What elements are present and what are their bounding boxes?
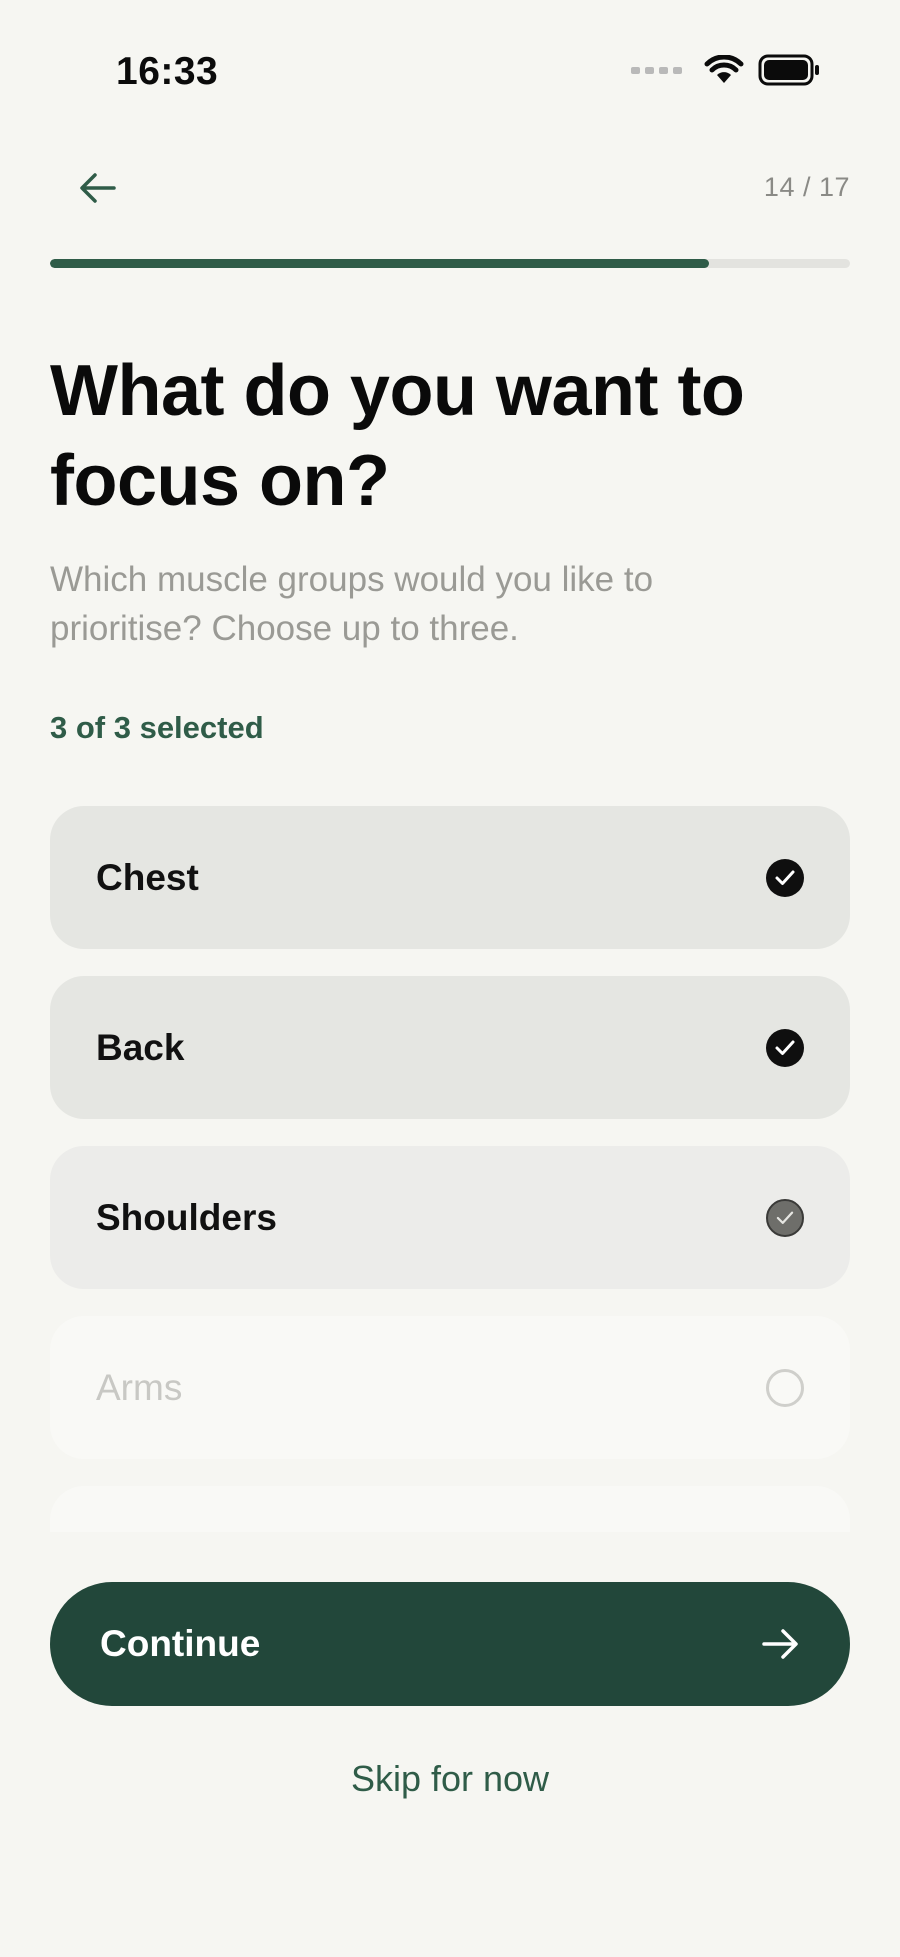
option-label: Shoulders — [96, 1196, 277, 1238]
onboarding-screen: 16:33 14 / 17 What do you want to focus … — [0, 0, 900, 1957]
status-icons — [631, 54, 820, 86]
step-counter: 14 / 17 — [763, 172, 850, 202]
checkmark-icon — [766, 858, 804, 897]
cellular-signal-icon — [631, 66, 682, 74]
checkmark-icon — [766, 1198, 804, 1237]
option-back[interactable]: Back — [50, 976, 850, 1119]
option-label: Chest — [96, 856, 199, 898]
page-title: What do you want to focus on? — [50, 351, 745, 521]
arrow-right-icon — [762, 1629, 798, 1659]
selection-count: 3 of 3 selected — [50, 710, 264, 745]
progress-bar-fill — [50, 259, 710, 268]
checkmark-icon — [766, 1028, 804, 1067]
back-button[interactable] — [70, 160, 126, 216]
wifi-icon — [704, 55, 744, 83]
continue-label: Continue — [100, 1623, 261, 1664]
option-label: Arms — [96, 1366, 183, 1408]
page-subtitle: Which muscle groups would you like to pr… — [50, 560, 654, 648]
continue-button[interactable]: Continue — [50, 1582, 850, 1706]
option-next-partial[interactable] — [50, 1486, 850, 1532]
option-label: Back — [96, 1026, 185, 1068]
progress-bar — [50, 259, 850, 268]
empty-circle-icon — [766, 1368, 804, 1407]
option-shoulders[interactable]: Shoulders — [50, 1146, 850, 1289]
arrow-left-icon — [80, 173, 116, 203]
muscle-group-list: Chest Back Shoulders Arms — [50, 806, 850, 1532]
skip-link[interactable]: Skip for now — [0, 1758, 900, 1800]
status-time: 16:33 — [116, 50, 219, 93]
option-chest[interactable]: Chest — [50, 806, 850, 949]
option-arms[interactable]: Arms — [50, 1316, 850, 1459]
battery-icon — [758, 54, 819, 86]
